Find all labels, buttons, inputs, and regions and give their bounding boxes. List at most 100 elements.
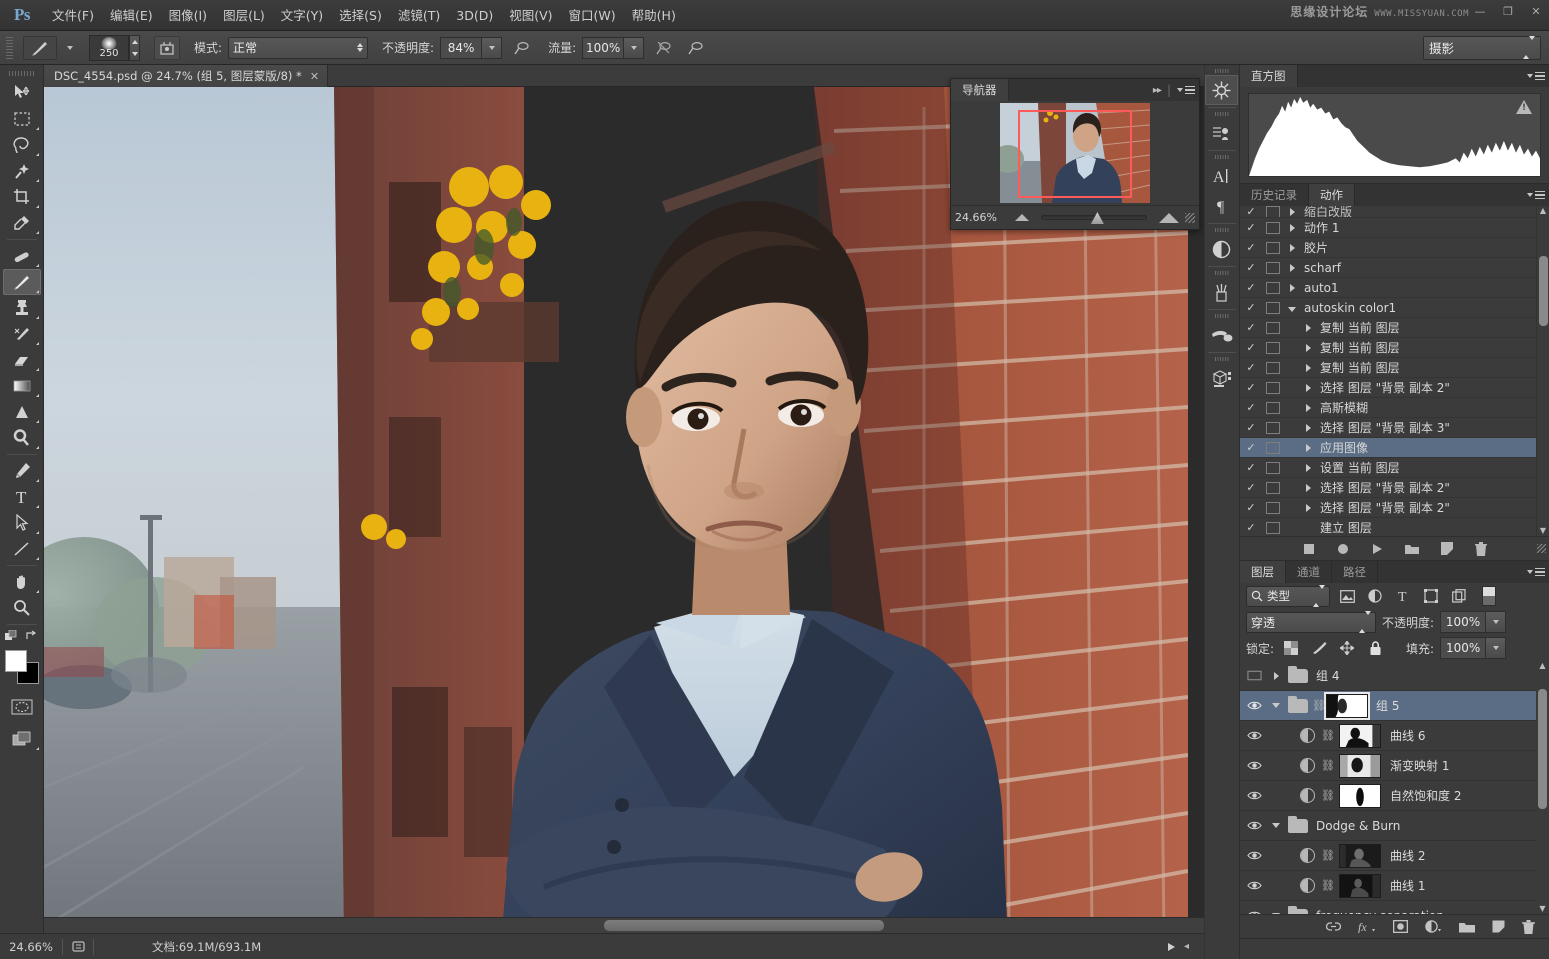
action-dialog-toggle[interactable] — [1266, 322, 1280, 334]
swap-colors-icon[interactable] — [25, 630, 38, 642]
minimize-button[interactable]: — — [1473, 4, 1487, 18]
pressure-opacity-toggle[interactable] — [508, 36, 534, 60]
airbrush-toggle[interactable] — [650, 36, 676, 60]
link-icon[interactable]: ⛓ — [1321, 849, 1335, 862]
pixel-filter-icon[interactable] — [1336, 586, 1358, 607]
dodge-tool[interactable] — [3, 425, 41, 451]
layer-mask-thumbnail[interactable] — [1339, 724, 1381, 748]
tab-histogram[interactable]: 直方图 — [1240, 65, 1298, 87]
smartobject-filter-icon[interactable] — [1448, 586, 1470, 607]
action-row[interactable]: ✓ 复制 当前 图层 — [1240, 318, 1549, 338]
action-dialog-toggle[interactable] — [1266, 302, 1280, 314]
action-enabled-check[interactable]: ✓ — [1240, 301, 1262, 314]
flow-input[interactable]: 100% — [582, 37, 624, 59]
navigator-preview[interactable] — [951, 101, 1199, 205]
action-row[interactable]: ✓ 缩白改版 — [1240, 206, 1549, 218]
play-icon[interactable] — [1371, 543, 1383, 555]
adjustments-icon[interactable] — [1205, 234, 1238, 264]
actions-list[interactable]: ✓ 缩白改版 ✓ 动作 1 ✓ 胶片 ✓ — [1240, 206, 1549, 536]
layers-scroll-thumb[interactable] — [1538, 689, 1547, 809]
layer-style-icon[interactable]: fx — [1358, 920, 1376, 933]
layer-visibility-toggle[interactable] — [1240, 820, 1268, 831]
hand-tool[interactable] — [3, 569, 41, 595]
collapse-panel-icon[interactable]: ▸▸ — [1153, 85, 1161, 96]
status-resize-grip[interactable]: ◂ — [1184, 941, 1204, 952]
action-enabled-check[interactable]: ✓ — [1240, 441, 1262, 454]
new-set-icon[interactable] — [1405, 543, 1419, 555]
airbrush-panel-toggle[interactable] — [154, 36, 180, 60]
horizontal-scroll-thumb[interactable] — [604, 920, 884, 931]
clone-stamp-tool[interactable] — [3, 295, 41, 321]
maximize-button[interactable]: ❐ — [1501, 4, 1515, 18]
adjustment-filter-icon[interactable] — [1364, 586, 1386, 607]
layer-row-group[interactable]: 组 4 — [1240, 661, 1549, 691]
action-dialog-toggle[interactable] — [1266, 442, 1280, 454]
link-icon[interactable]: ⛓ — [1321, 879, 1335, 892]
layer-visibility-toggle[interactable] — [1240, 730, 1268, 741]
brush-size-stepper[interactable] — [129, 35, 140, 61]
action-dialog-toggle[interactable] — [1266, 262, 1280, 274]
menu-select[interactable]: 选择(S) — [331, 0, 390, 31]
resize-grip-icon[interactable] — [1185, 213, 1195, 223]
twirl-icon[interactable] — [1296, 401, 1320, 415]
action-row[interactable]: ✓ 选择 图层 "背景 副本 2" — [1240, 498, 1549, 518]
action-enabled-check[interactable]: ✓ — [1240, 461, 1262, 474]
brush-presets-icon[interactable] — [1205, 277, 1238, 307]
move-tool[interactable] — [3, 80, 41, 106]
layer-opacity-dropdown[interactable] — [1486, 611, 1506, 633]
layer-visibility-toggle[interactable] — [1240, 700, 1268, 711]
twirl-icon[interactable] — [1280, 301, 1304, 315]
layer-mask-icon[interactable] — [1393, 920, 1408, 933]
tablet-pressure-toggle[interactable] — [682, 36, 708, 60]
twirl-icon[interactable] — [1268, 823, 1284, 828]
menu-help[interactable]: 帮助(H) — [624, 0, 684, 31]
record-icon[interactable] — [1337, 543, 1349, 555]
layers-list[interactable]: 组 4 ⛓ 组 5 — [1240, 661, 1549, 914]
zoom-in-icon[interactable] — [1159, 213, 1179, 223]
action-row[interactable]: ✓ 高斯模糊 — [1240, 398, 1549, 418]
current-tool-preview[interactable] — [23, 36, 57, 60]
delete-layer-icon[interactable] — [1522, 920, 1535, 934]
layer-fill-dropdown[interactable] — [1486, 637, 1506, 659]
options-bar-grip[interactable] — [6, 37, 13, 59]
opacity-dropdown[interactable] — [482, 37, 502, 59]
zoom-tool[interactable] — [3, 595, 41, 621]
layer-row-group[interactable]: frequency separation — [1240, 901, 1549, 914]
lasso-tool[interactable] — [3, 132, 41, 158]
default-colors-icon[interactable] — [5, 630, 19, 642]
screen-mode-toggle[interactable] — [3, 726, 41, 752]
layer-blend-mode-dropdown[interactable]: 穿透 — [1246, 612, 1376, 633]
paragraph-icon[interactable]: ¶ — [1205, 191, 1238, 221]
action-enabled-check[interactable]: ✓ — [1240, 401, 1262, 414]
menu-view[interactable]: 视图(V) — [501, 0, 560, 31]
action-enabled-check[interactable]: ✓ — [1240, 501, 1262, 514]
layer-row-adjustment[interactable]: ⛓ 自然饱和度 2 — [1240, 781, 1549, 811]
action-enabled-check[interactable]: ✓ — [1240, 241, 1262, 254]
rail-grip[interactable] — [1215, 69, 1230, 73]
actions-scroll-thumb[interactable] — [1539, 256, 1548, 326]
action-dialog-toggle[interactable] — [1266, 522, 1280, 534]
document-tab[interactable]: DSC_4554.psd @ 24.7% (组 5, 图层蒙版/8) * ✕ — [44, 65, 328, 87]
link-layers-icon[interactable] — [1326, 921, 1341, 932]
quick-mask-toggle[interactable] — [3, 694, 41, 720]
action-dialog-toggle[interactable] — [1266, 422, 1280, 434]
menu-window[interactable]: 窗口(W) — [561, 0, 624, 31]
action-enabled-check[interactable]: ✓ — [1240, 206, 1262, 218]
magic-wand-tool[interactable] — [3, 158, 41, 184]
status-popup-arrow[interactable] — [1158, 942, 1184, 952]
tab-navigator[interactable]: 导航器 — [951, 79, 1009, 101]
lock-position-icon[interactable] — [1336, 638, 1358, 659]
twirl-icon[interactable] — [1268, 913, 1284, 914]
layer-row-adjustment[interactable]: ⛓ 曲线 1 — [1240, 871, 1549, 901]
character-icon[interactable]: A — [1205, 161, 1238, 191]
action-dialog-toggle[interactable] — [1266, 502, 1280, 514]
layer-mask-thumbnail[interactable] — [1339, 754, 1381, 778]
action-dialog-toggle[interactable] — [1266, 362, 1280, 374]
toolbox-grip[interactable] — [9, 71, 35, 76]
layer-mask-thumbnail[interactable] — [1339, 844, 1381, 868]
action-dialog-toggle[interactable] — [1266, 482, 1280, 494]
twirl-icon[interactable] — [1296, 341, 1320, 355]
action-dialog-toggle[interactable] — [1266, 382, 1280, 394]
zoom-out-icon[interactable] — [1015, 214, 1029, 221]
color-swatches[interactable] — [3, 650, 41, 686]
